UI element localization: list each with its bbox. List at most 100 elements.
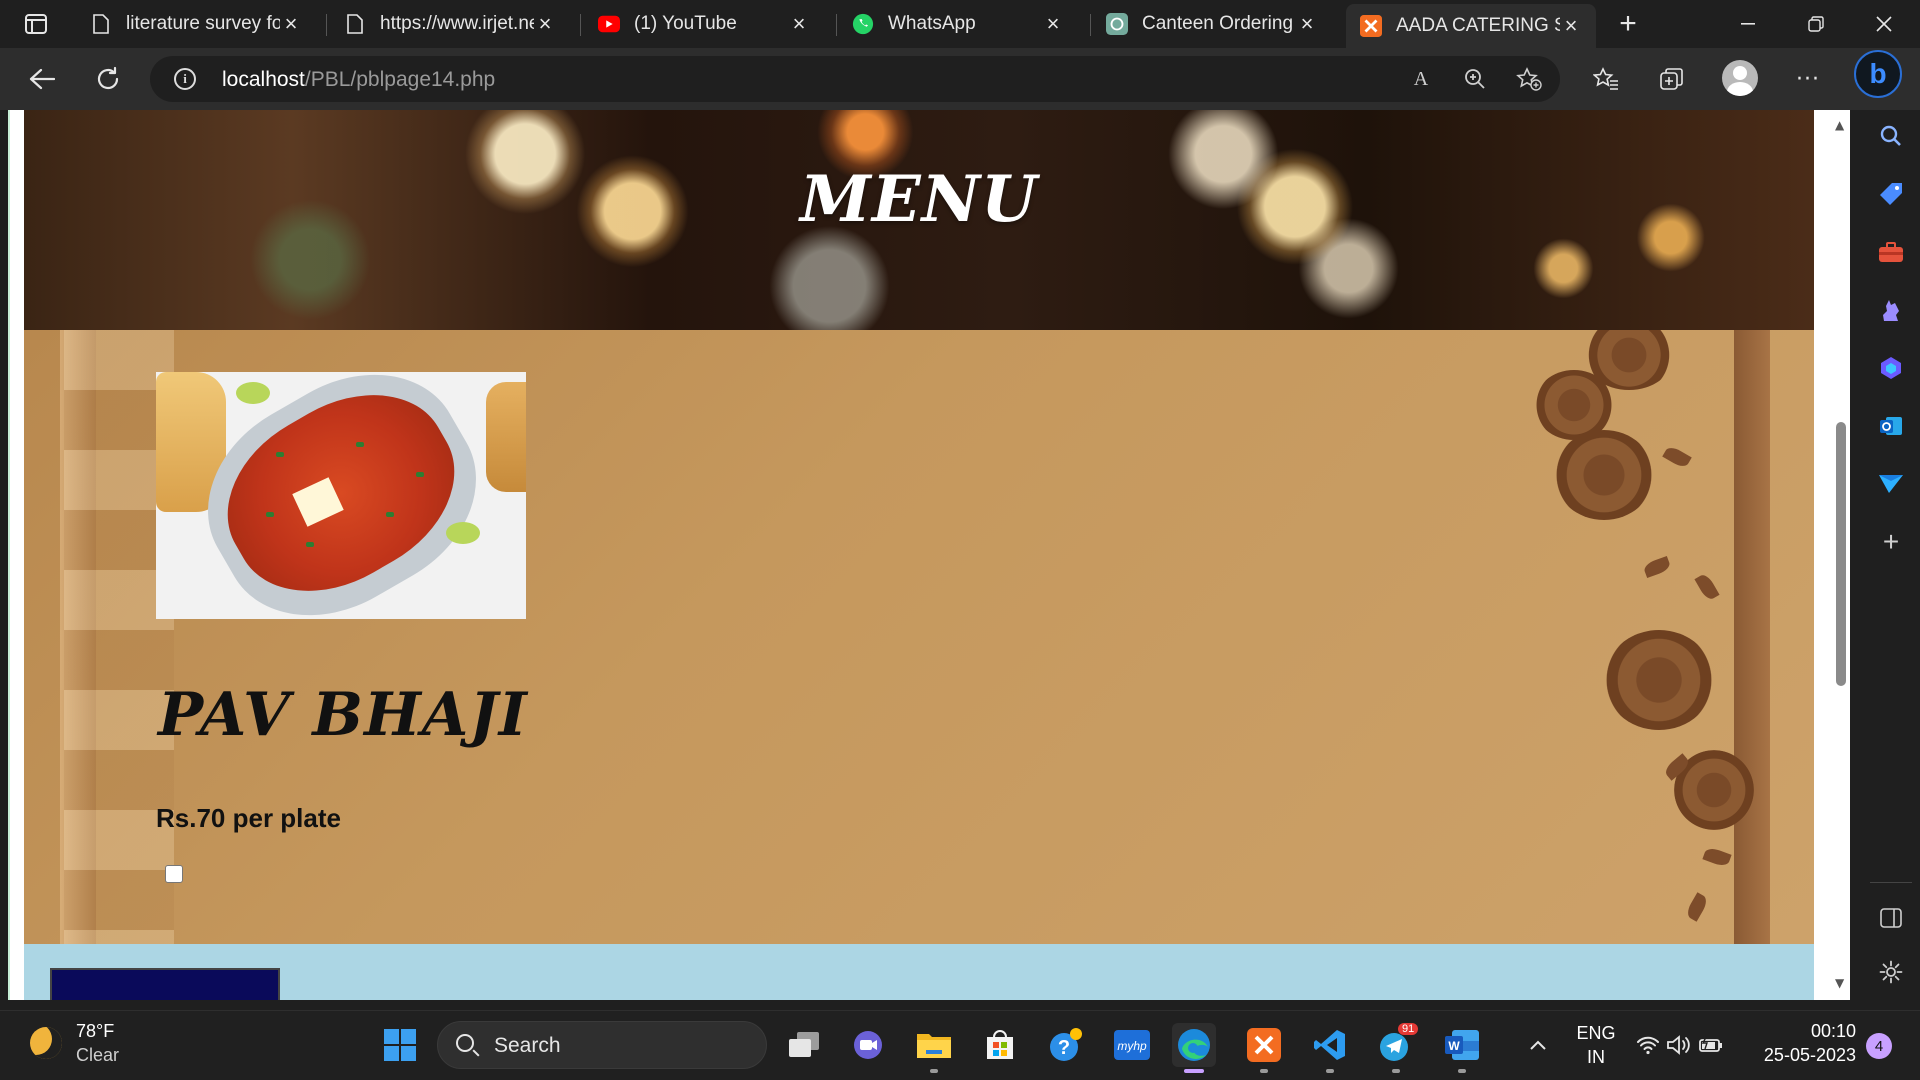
dish-price: Rs.70 per plate bbox=[156, 803, 341, 833]
refresh-button[interactable] bbox=[90, 61, 126, 97]
close-tab-icon[interactable]: × bbox=[280, 11, 302, 36]
close-tab-icon[interactable]: × bbox=[1042, 11, 1064, 36]
tab-title: Canteen Ordering S bbox=[1142, 13, 1296, 34]
minimize-button[interactable] bbox=[1724, 8, 1772, 40]
ellipsis-icon: ··· bbox=[1796, 66, 1820, 92]
collections-button[interactable] bbox=[1654, 61, 1690, 97]
web-page-viewport: MENU PAV BHAJI Rs.70 per plate ▲ ▼ bbox=[8, 110, 1850, 1000]
running-indicator bbox=[1326, 1069, 1334, 1073]
vertical-scrollbar[interactable]: ▲ ▼ bbox=[1830, 110, 1850, 1000]
hide-sidebar-icon[interactable] bbox=[1875, 902, 1907, 934]
task-view-button[interactable] bbox=[782, 1023, 826, 1067]
tab-literature-survey[interactable]: literature survey for × bbox=[76, 4, 316, 44]
profile-avatar[interactable] bbox=[1722, 60, 1758, 96]
vscode-button[interactable] bbox=[1308, 1023, 1352, 1073]
svg-text:?: ? bbox=[1058, 1037, 1070, 1059]
back-button[interactable] bbox=[24, 61, 60, 97]
weather-temperature[interactable]: 78°F bbox=[76, 1021, 114, 1042]
tab-separator bbox=[326, 14, 327, 36]
site-info-icon[interactable]: i bbox=[174, 68, 196, 90]
get-help-button[interactable]: ? bbox=[1044, 1023, 1088, 1067]
volume-icon bbox=[1667, 1035, 1690, 1055]
telegram-button[interactable]: 91 bbox=[1374, 1023, 1419, 1073]
read-aloud-icon[interactable]: A bbox=[1408, 66, 1434, 92]
region-indicator[interactable]: IN bbox=[1576, 1047, 1616, 1068]
whatsapp-icon bbox=[852, 13, 874, 35]
browser-tab-bar: literature survey for × https://www.irje… bbox=[0, 0, 1920, 48]
folder-icon bbox=[917, 1034, 951, 1058]
close-icon bbox=[1876, 16, 1892, 32]
new-tab-button[interactable]: + bbox=[1612, 7, 1644, 40]
clock-date[interactable]: 25-05-2023 bbox=[1748, 1045, 1856, 1066]
tab-title: https://www.irjet.ne bbox=[380, 13, 534, 34]
close-window-button[interactable] bbox=[1860, 8, 1908, 40]
help-icon: ? bbox=[1050, 1028, 1082, 1061]
url-text[interactable]: localhost/PBL/pblpage14.php bbox=[222, 68, 495, 92]
shopping-tag-icon[interactable] bbox=[1875, 178, 1907, 210]
tab-separator bbox=[1090, 14, 1091, 36]
add-favorite-icon[interactable] bbox=[1516, 66, 1542, 92]
scroll-up-icon[interactable]: ▲ bbox=[1835, 118, 1844, 132]
notification-badge[interactable]: 4 bbox=[1866, 1033, 1892, 1059]
tab-title: WhatsApp bbox=[888, 13, 976, 34]
search-placeholder: Search bbox=[494, 1034, 561, 1057]
microsoft-store-button[interactable] bbox=[978, 1023, 1022, 1067]
page-title: MENU bbox=[800, 162, 1038, 237]
myhp-button[interactable]: myhp bbox=[1110, 1023, 1154, 1067]
taskbar-search[interactable]: Search bbox=[437, 1021, 767, 1069]
select-dish-checkbox[interactable] bbox=[165, 865, 183, 883]
close-tab-icon[interactable]: × bbox=[1560, 13, 1582, 38]
tab-actions-button[interactable] bbox=[16, 10, 56, 38]
order-button[interactable] bbox=[50, 968, 280, 1000]
tab-canteen-ordering[interactable]: Canteen Ordering S × bbox=[1092, 4, 1332, 44]
search-icon[interactable] bbox=[1875, 120, 1907, 152]
tab-irjet[interactable]: https://www.irjet.ne × bbox=[330, 4, 570, 44]
address-bar[interactable]: i localhost/PBL/pblpage14.php A bbox=[150, 56, 1560, 102]
tab-title: (1) YouTube bbox=[634, 13, 737, 34]
vscode-icon bbox=[1314, 1030, 1345, 1060]
order-footer bbox=[24, 944, 1814, 1000]
xampp-icon bbox=[1360, 15, 1382, 37]
start-button[interactable] bbox=[378, 1023, 422, 1067]
bing-copilot-button[interactable]: b bbox=[1854, 50, 1902, 98]
chatgpt-icon bbox=[1106, 13, 1128, 35]
teams-chat-button[interactable] bbox=[846, 1023, 890, 1067]
show-hidden-icons-button[interactable] bbox=[1518, 1023, 1558, 1067]
settings-gear-icon[interactable] bbox=[1875, 956, 1907, 988]
word-button[interactable]: W bbox=[1440, 1023, 1484, 1073]
close-tab-icon[interactable]: × bbox=[1296, 11, 1318, 36]
close-tab-icon[interactable]: × bbox=[534, 11, 556, 36]
zoom-icon[interactable] bbox=[1462, 66, 1488, 92]
xampp-button[interactable] bbox=[1242, 1023, 1286, 1073]
outlook-icon[interactable] bbox=[1875, 410, 1907, 442]
send-icon[interactable] bbox=[1875, 468, 1907, 500]
quick-settings-button[interactable] bbox=[1630, 1023, 1730, 1067]
file-explorer-button[interactable] bbox=[912, 1023, 956, 1073]
windows-logo-icon bbox=[384, 1029, 416, 1061]
edge-taskbar-button[interactable] bbox=[1172, 1023, 1216, 1073]
svg-text:myhp: myhp bbox=[1117, 1039, 1147, 1053]
microsoft-365-icon[interactable] bbox=[1875, 352, 1907, 384]
tab-title: literature survey for bbox=[126, 13, 280, 34]
refresh-icon bbox=[97, 66, 119, 90]
tools-icon[interactable] bbox=[1875, 236, 1907, 268]
weather-moon-icon[interactable] bbox=[30, 1027, 62, 1059]
more-options-button[interactable]: ··· bbox=[1790, 61, 1826, 97]
add-sidebar-app-button[interactable]: + bbox=[1875, 526, 1907, 558]
tab-aada-catering[interactable]: AADA CATERING SE × bbox=[1346, 4, 1596, 48]
weather-condition[interactable]: Clear bbox=[76, 1045, 119, 1066]
plus-icon: + bbox=[1882, 526, 1900, 557]
close-tab-icon[interactable]: × bbox=[788, 11, 810, 36]
clock-time[interactable]: 00:10 bbox=[1748, 1021, 1856, 1042]
tab-whatsapp[interactable]: WhatsApp × bbox=[838, 4, 1078, 44]
scroll-down-icon[interactable]: ▼ bbox=[1835, 976, 1844, 990]
language-indicator[interactable]: ENG bbox=[1576, 1023, 1616, 1044]
restore-button[interactable] bbox=[1792, 8, 1840, 40]
favorites-button[interactable] bbox=[1588, 61, 1624, 97]
scrollbar-thumb[interactable] bbox=[1836, 422, 1846, 686]
battery-icon bbox=[1699, 1036, 1722, 1052]
windows-taskbar: 78°F Clear Search ? myhp 91 W ENG IN 00:… bbox=[0, 1010, 1920, 1080]
games-icon[interactable] bbox=[1875, 294, 1907, 326]
tab-youtube[interactable]: (1) YouTube × bbox=[584, 4, 824, 44]
active-indicator bbox=[1184, 1069, 1204, 1073]
